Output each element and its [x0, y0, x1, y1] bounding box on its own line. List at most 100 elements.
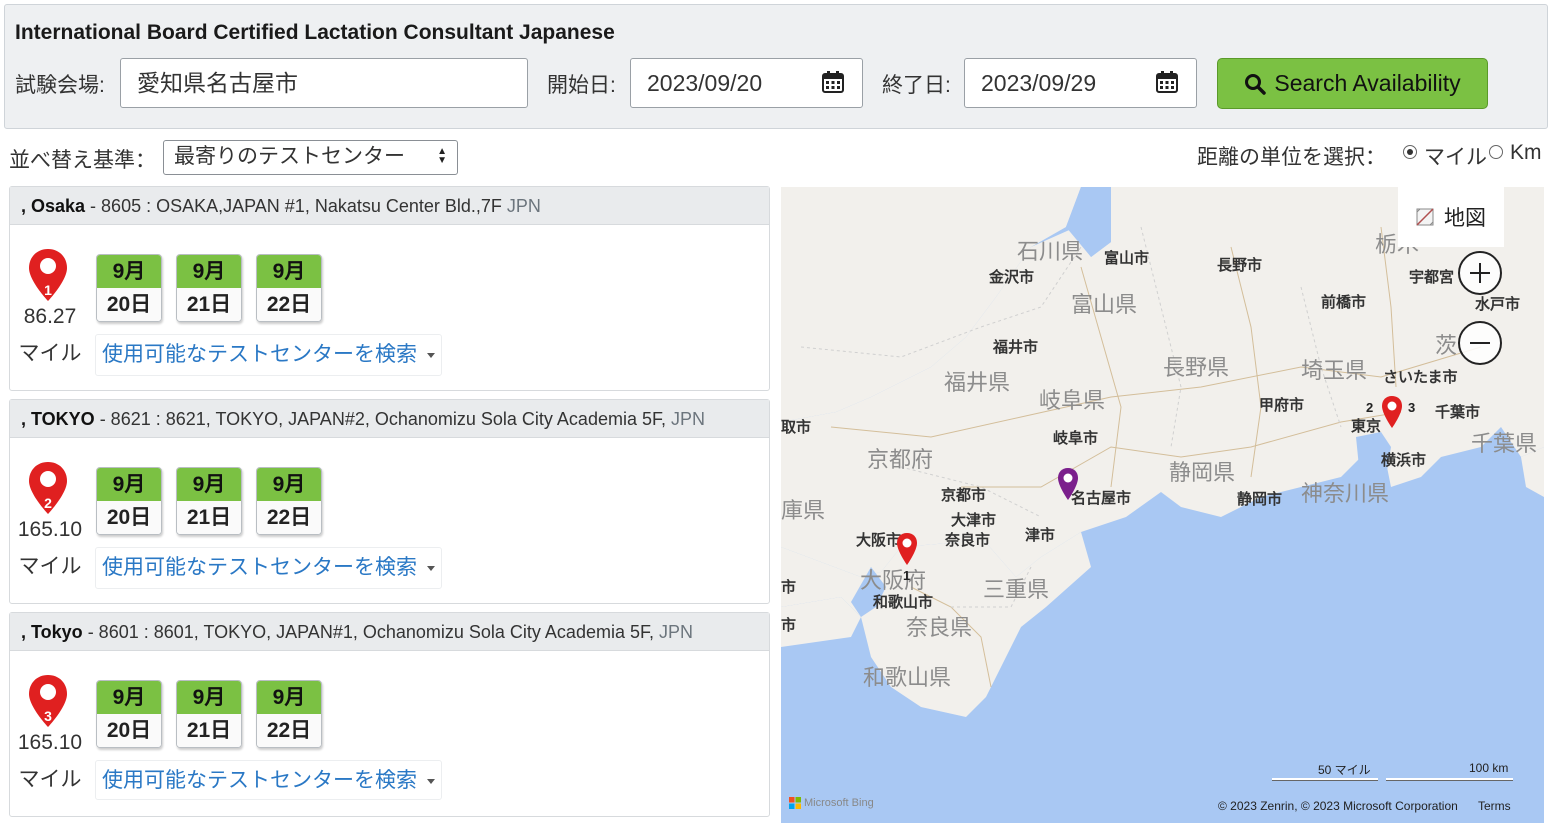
map-pin-icon: 3: [29, 675, 67, 727]
map-label: 金沢市: [989, 269, 1035, 286]
map-label: 前橋市: [1321, 294, 1367, 311]
date-month: 9月: [97, 255, 161, 288]
map-label: 茨: [1435, 333, 1458, 358]
sort-selected-value: 最寄りのテストセンター: [174, 145, 405, 168]
result-country: JPN: [670, 409, 705, 429]
map-label: 福井県: [944, 370, 1011, 395]
map-label: 名古屋市: [1071, 490, 1132, 507]
result-card: , Tokyo - 8601 : 8601, TOKYO, JAPAN#1, O…: [9, 612, 770, 817]
calendar-icon[interactable]: [1156, 71, 1178, 93]
result-detail: - 8601 : 8601, TOKYO, JAPAN#1, Ochanomiz…: [82, 622, 659, 642]
microsoft-logo-icon: [789, 797, 801, 809]
map-label: 埼玉県: [1301, 358, 1368, 383]
result-country: JPN: [658, 622, 693, 642]
result-city: , Osaka: [21, 196, 86, 216]
date-day: 20日: [97, 288, 161, 321]
venue-input[interactable]: 愛知県名古屋市: [120, 58, 528, 108]
date-button[interactable]: 9月 22日: [256, 467, 322, 535]
find-test-center-dropdown[interactable]: 使用可能なテストセンターを検索: [95, 760, 442, 800]
terms-link[interactable]: Terms: [1478, 799, 1511, 813]
map-label: 京都市: [941, 487, 987, 504]
find-link-label: 使用可能なテストセンターを検索: [102, 556, 417, 579]
map-pin-icon[interactable]: [896, 532, 918, 566]
result-card: , TOKYO - 8621 : 8621, TOKYO, JAPAN#2, O…: [9, 399, 770, 604]
date-month: 9月: [177, 681, 241, 714]
find-link-label: 使用可能なテストセンターを検索: [102, 769, 417, 792]
result-detail: - 8621 : 8621, TOKYO, JAPAN#2, Ochanomiz…: [94, 409, 671, 429]
date-day: 21日: [177, 714, 241, 747]
result-header: , Osaka - 8605 : OSAKA,JAPAN #1, Nakatsu…: [10, 187, 769, 225]
caret-down-icon: [427, 565, 435, 571]
unit-km-radio[interactable]: [1489, 145, 1503, 159]
scale-bar-km: [1386, 778, 1513, 781]
start-date-value: 2023/09/20: [647, 70, 763, 96]
date-month: 9月: [257, 255, 321, 288]
map-layers-icon: [1416, 208, 1434, 226]
sort-select[interactable]: 最寄りのテストセンター ▲ ▼: [163, 140, 458, 175]
date-day: 22日: [257, 714, 321, 747]
calendar-icon[interactable]: [822, 71, 844, 93]
date-month: 9月: [97, 468, 161, 501]
end-date-input[interactable]: 2023/09/29: [964, 58, 1197, 108]
map-pin-icon: 2: [29, 462, 67, 514]
distance-value: 165.10: [17, 731, 83, 754]
map-label: 三重県: [983, 577, 1050, 602]
date-day: 20日: [97, 501, 161, 534]
date-button[interactable]: 9月 20日: [96, 680, 162, 748]
map-copyright: © 2023 Zenrin, © 2023 Microsoft Corporat…: [1218, 799, 1458, 813]
end-date-value: 2023/09/29: [981, 70, 1097, 96]
pin-number: 1: [44, 282, 52, 298]
result-header: , TOKYO - 8621 : 8621, TOKYO, JAPAN#2, O…: [10, 400, 769, 438]
search-availability-button[interactable]: Search Availability: [1217, 58, 1488, 109]
result-country: JPN: [506, 196, 541, 216]
map-pin-icon: 1: [29, 249, 67, 301]
map-type-button[interactable]: 地図: [1398, 187, 1504, 247]
unit-miles-label[interactable]: マイル: [1424, 141, 1487, 171]
zoom-in-button[interactable]: [1458, 251, 1502, 295]
start-date-input[interactable]: 2023/09/20: [630, 58, 863, 108]
plus-icon: [1470, 263, 1490, 283]
origin-pin-icon[interactable]: [1057, 467, 1079, 501]
map-label: 石川県: [1017, 239, 1084, 264]
map-label: 静岡市: [1237, 491, 1283, 508]
find-test-center-dropdown[interactable]: 使用可能なテストセンターを検索: [95, 334, 442, 376]
zoom-out-button[interactable]: [1458, 321, 1502, 365]
bing-logo: Microsoft Bing: [789, 797, 874, 809]
unit-km-label[interactable]: Km: [1510, 141, 1542, 165]
result-city: , TOKYO: [21, 409, 95, 429]
distance-unit: マイル: [18, 342, 82, 365]
map-label: 和歌山県: [863, 665, 952, 690]
date-button[interactable]: 9月 22日: [256, 254, 322, 322]
result-city: , Tokyo: [21, 622, 83, 642]
date-month: 9月: [177, 468, 241, 501]
scale-miles: 50 マイル: [1318, 763, 1371, 777]
date-day: 21日: [177, 501, 241, 534]
date-month: 9月: [257, 468, 321, 501]
date-button[interactable]: 9月 21日: [176, 467, 242, 535]
date-month: 9月: [257, 681, 321, 714]
scale-bar-miles: [1272, 778, 1378, 781]
date-month: 9月: [177, 255, 241, 288]
date-button[interactable]: 9月 20日: [96, 254, 162, 322]
venue-label: 試験会場:: [15, 74, 105, 97]
map-label: 奈良県: [906, 615, 973, 640]
map-label: 岐阜市: [1053, 430, 1099, 447]
unit-miles-radio[interactable]: [1403, 145, 1417, 159]
map-label: 市: [781, 617, 797, 634]
map-label: 福井市: [993, 339, 1039, 356]
map-label: 和歌山市: [873, 594, 934, 611]
date-day: 22日: [257, 288, 321, 321]
result-header: , Tokyo - 8601 : 8601, TOKYO, JAPAN#1, O…: [10, 613, 769, 651]
pin-number-label: 1: [903, 568, 911, 583]
map-view[interactable]: 石川県 富山県 福井県 岐阜県 長野県 埼玉県 京都府 静岡県 神奈川県 千葉県…: [781, 187, 1544, 823]
page-title: International Board Certified Lactation …: [15, 21, 615, 44]
map-pin-icon[interactable]: [1381, 395, 1403, 429]
date-button[interactable]: 9月 22日: [256, 680, 322, 748]
map-label: 取市: [781, 419, 812, 436]
find-link-label: 使用可能なテストセンターを検索: [102, 343, 417, 366]
date-button[interactable]: 9月 21日: [176, 680, 242, 748]
date-button[interactable]: 9月 21日: [176, 254, 242, 322]
find-test-center-dropdown[interactable]: 使用可能なテストセンターを検索: [95, 547, 442, 589]
map-label: 長野県: [1163, 355, 1230, 380]
date-button[interactable]: 9月 20日: [96, 467, 162, 535]
